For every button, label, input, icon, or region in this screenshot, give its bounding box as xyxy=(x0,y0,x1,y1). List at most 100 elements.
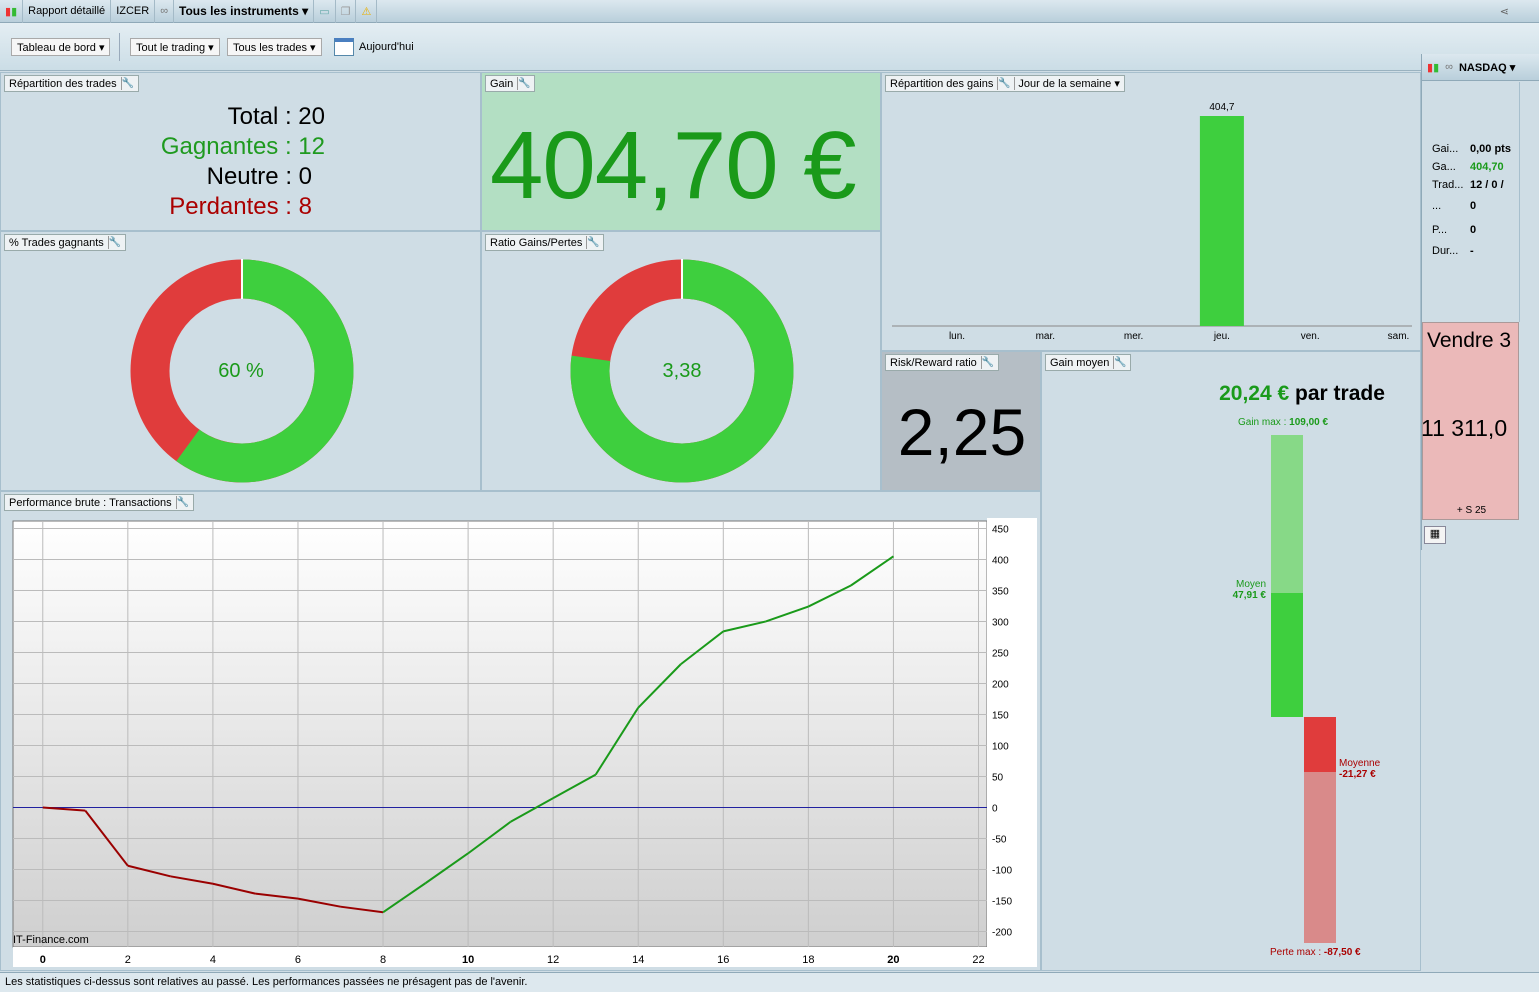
wrench-icon[interactable]: 🔧 xyxy=(107,236,121,249)
instrument-header: ▮▮ ∞ NASDAQ ▾ xyxy=(1422,54,1539,81)
date-label[interactable]: Aujourd'hui xyxy=(359,41,414,53)
day-label: lun. xyxy=(949,331,965,342)
trading-label: Tout le trading xyxy=(136,42,206,54)
copy-icon[interactable]: ❐ xyxy=(336,0,357,23)
title-text: Ratio Gains/Pertes xyxy=(490,236,583,249)
candlestick-icon[interactable]: ▮▮ xyxy=(0,0,24,23)
stat-row: Gai... 0,00 pts xyxy=(1432,143,1511,155)
panel-title: Gain 🔧 xyxy=(485,75,536,92)
panel-title: Répartition des trades 🔧 xyxy=(4,75,139,92)
neutral-count: Neutre : 0 xyxy=(206,163,312,190)
x-tick-label: 12 xyxy=(547,954,559,966)
day-label: mer. xyxy=(1124,331,1143,342)
title-text: % Trades gagnants xyxy=(9,236,104,249)
plot-area xyxy=(12,520,988,948)
disclaimer-footer: Les statistiques ci-dessus sont relative… xyxy=(0,972,1539,992)
y-tick-label: 150 xyxy=(992,710,1009,721)
dashboard-dropdown[interactable]: Tableau de bord ▾ xyxy=(11,38,111,56)
weekday-bar-chart: lun. mar. mer. jeu. 404,7 ven. sam. xyxy=(892,102,1412,342)
title-text: Risk/Reward ratio xyxy=(890,356,977,369)
day-label: mar. xyxy=(1036,331,1055,342)
chart-icon[interactable]: ▭ xyxy=(314,0,336,23)
account-button[interactable]: IZCER xyxy=(111,0,156,23)
x-axis-band xyxy=(13,947,987,967)
grid-icon[interactable]: ▦ xyxy=(1424,526,1446,544)
x-tick-label: 16 xyxy=(717,954,729,966)
watermark: IT-Finance.com xyxy=(13,934,89,946)
panel-title: Risk/Reward ratio 🔧 xyxy=(885,354,999,371)
order-sub: + S 25 xyxy=(1456,505,1487,516)
wrench-icon[interactable]: 🔧 xyxy=(586,236,600,249)
bar-value-label: 404,7 xyxy=(1209,102,1234,113)
order-label: Vendre 3 xyxy=(1427,329,1512,352)
share-icon[interactable]: ⋖ xyxy=(1500,5,1539,18)
performance-chart: 0 2 4 6 8 10 12 14 16 18 20 22 450 400 350 300 250 200 150… xyxy=(12,518,1037,967)
max-loss-label: Perte max : -87,50 € xyxy=(1270,947,1361,958)
x-tick-label: 4 xyxy=(210,954,216,966)
calendar-icon[interactable] xyxy=(334,38,354,56)
x-tick-label: 6 xyxy=(295,954,301,966)
trading-dropdown[interactable]: Tout le trading ▾ xyxy=(130,38,220,56)
link-icon[interactable]: ∞ xyxy=(155,0,175,23)
y-tick-label: 300 xyxy=(992,617,1009,628)
wrench-icon[interactable]: 🔧 xyxy=(120,77,134,90)
avg-loss-label: Moyenne -21,27 € xyxy=(1339,758,1381,780)
stat-row: Ga... 404,70 xyxy=(1432,161,1504,173)
right-panel: ▮▮ ∞ NASDAQ ▾ Gai... 0,00 pts Ga... 404,70… xyxy=(1421,54,1539,550)
performance-panel: Performance brute : Transactions 🔧 024681… xyxy=(0,491,1041,971)
trades-label: Tous les trades xyxy=(233,42,307,54)
stat-row: ... 0 xyxy=(1432,200,1477,212)
toolbar: Tableau de bord ▾ Tout le trading ▾ Tous… xyxy=(0,23,1539,71)
max-gain-label: Gain max : 109,00 € xyxy=(1238,417,1329,428)
instrument-dropdown[interactable]: NASDAQ ▾ xyxy=(1459,61,1515,74)
panel-title: Ratio Gains/Pertes 🔧 xyxy=(485,234,605,251)
trades-split-panel: Répartition des trades 🔧 Total : 20 Gagna… xyxy=(0,72,481,231)
average-value: 20,24 € xyxy=(1219,382,1290,405)
candlestick-icon[interactable]: ▮▮ xyxy=(1427,61,1439,74)
y-tick-label: 100 xyxy=(992,741,1009,752)
top-bar: ▮ ▮ Rapport détaillé IZCER ∞ Tous les ins… xyxy=(0,0,1539,23)
x-tick-label: 18 xyxy=(802,954,814,966)
day-label: sam. xyxy=(1388,331,1410,342)
ratio-label: 3,38 xyxy=(662,360,702,382)
day-bar xyxy=(1199,116,1244,326)
y-tick-label: 250 xyxy=(992,648,1009,659)
sell-order-button[interactable]: Vendre 3 11 311,0 + S 25 xyxy=(1421,322,1519,520)
warning-icon[interactable]: ⚠ xyxy=(356,0,378,23)
report-button[interactable]: Rapport détaillé xyxy=(23,0,112,23)
link-icon[interactable]: ∞ xyxy=(1445,61,1453,73)
x-tick-label: 20 xyxy=(887,954,899,966)
title-text: Gain xyxy=(490,77,514,90)
stat-row: Trad... 12 / 0 / xyxy=(1432,179,1504,191)
stat-row: P... 0 xyxy=(1432,224,1477,236)
y-tick-label: 350 xyxy=(992,586,1009,597)
avg-gain-bar xyxy=(1271,593,1303,717)
y-tick-label: -50 xyxy=(992,834,1007,845)
divider xyxy=(119,33,120,61)
dashboard-label: Tableau de bord xyxy=(17,42,96,54)
wrench-icon[interactable]: 🔧 xyxy=(517,77,531,90)
y-tick-label: -200 xyxy=(992,927,1012,938)
x-tick-label: 14 xyxy=(632,954,644,966)
title-text: Gain moyen xyxy=(1050,356,1110,369)
x-tick-label: 22 xyxy=(972,954,984,966)
gain-panel: Gain 🔧 404,70 € xyxy=(481,72,881,231)
day-label: jeu. xyxy=(1213,331,1230,342)
x-tick-label: 0 xyxy=(40,954,46,966)
trades-dropdown[interactable]: Tous les trades ▾ xyxy=(227,38,322,56)
day-label: ven. xyxy=(1301,331,1320,342)
avg-win-label: Moyen 47,91 € xyxy=(1232,579,1266,601)
wrench-icon[interactable]: 🔧 xyxy=(1113,356,1127,369)
instruments-dropdown[interactable]: Tous les instruments ▾ xyxy=(174,0,315,23)
x-tick-label: 2 xyxy=(125,954,131,966)
x-tick-label: 10 xyxy=(462,954,474,966)
win-rate-label: 60 % xyxy=(218,360,264,382)
losing-count: Perdantes : 8 xyxy=(169,193,312,220)
gain-value: 404,70 € xyxy=(490,112,857,219)
wrench-icon[interactable]: 🔧 xyxy=(980,356,994,369)
win-rate-panel: % Trades gagnants 🔧 60 % xyxy=(0,231,481,491)
gains-distribution-panel: Répartition des gains 🔧 Jour de la semaine… xyxy=(881,72,1421,351)
y-tick-label: 450 xyxy=(992,524,1009,535)
average-suffix: par trade xyxy=(1289,382,1385,405)
instruments-label: Tous les instruments xyxy=(179,4,299,18)
